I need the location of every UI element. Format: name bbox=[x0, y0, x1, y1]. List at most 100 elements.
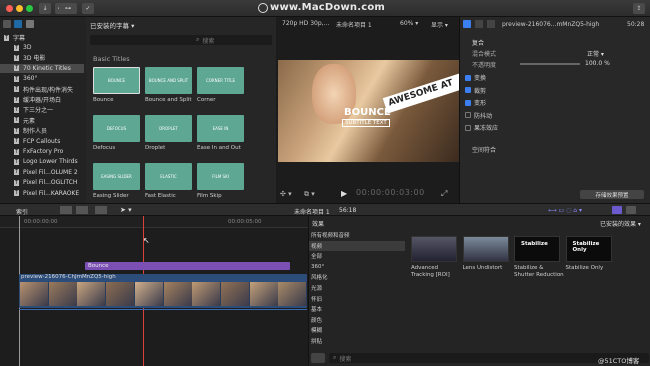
video-inspector-icon[interactable] bbox=[463, 20, 471, 28]
effect-thumbnail[interactable] bbox=[462, 236, 509, 262]
opacity-slider[interactable] bbox=[520, 63, 580, 65]
sidebar-item-category[interactable]: T Logo Lower Thirds bbox=[0, 157, 84, 166]
spatial-conform: 空间符合 bbox=[472, 147, 497, 154]
effect-thumbnail[interactable]: Stabilize Only bbox=[565, 236, 612, 262]
play-button[interactable]: ▶ bbox=[341, 189, 347, 198]
audio-inspector-icon[interactable] bbox=[475, 20, 483, 28]
inspector-item[interactable]: 变形 bbox=[465, 97, 650, 108]
effects-category[interactable]: 拼贴 bbox=[309, 336, 405, 346]
watermark-title: www.MacDown.com bbox=[270, 2, 386, 13]
blend-mode-select[interactable]: 正常 ▾ bbox=[587, 49, 604, 58]
sidebar-item-category[interactable]: T FxFactory Pro bbox=[0, 147, 84, 156]
library-icon[interactable] bbox=[3, 20, 11, 28]
title-thumbnail[interactable]: ELASTIC bbox=[145, 163, 192, 190]
checkbox[interactable] bbox=[465, 87, 471, 93]
inspector-item[interactable]: 变换 bbox=[465, 72, 650, 83]
effects-category[interactable]: 颜色 bbox=[309, 315, 405, 325]
browser-dropdown[interactable]: 已安装的字幕 ▾ bbox=[90, 20, 160, 30]
sidebar-item-category[interactable]: T FCP Callouts bbox=[0, 137, 84, 146]
transitions-browser-icon[interactable] bbox=[626, 206, 636, 214]
titles-icon[interactable] bbox=[26, 20, 34, 28]
sidebar-item-category[interactable]: T 元素 bbox=[0, 116, 84, 125]
title-thumbnail[interactable]: DROPLET bbox=[145, 115, 192, 142]
title-clip[interactable]: Bounce bbox=[85, 262, 290, 270]
insert-clip-icon[interactable] bbox=[76, 206, 88, 214]
import-icon[interactable]: ↓ bbox=[39, 3, 51, 14]
title-thumbnail[interactable]: FILM SKI bbox=[197, 163, 244, 190]
title-thumbnail[interactable]: BOUNCE AND SPLIT bbox=[145, 67, 192, 94]
search-field[interactable]: ⌕ 搜索 bbox=[90, 35, 272, 45]
tools-icon[interactable]: ✣ ▾ bbox=[280, 190, 292, 198]
sidebar-item-category[interactable]: T 360° bbox=[0, 74, 84, 83]
sidebar-item-category[interactable]: T 下三分之一 bbox=[0, 105, 84, 114]
title-thumbnail[interactable]: EASING SLIDER bbox=[93, 163, 140, 190]
title-category-icon: T bbox=[14, 138, 19, 145]
title-thumbnail[interactable]: EASE IN bbox=[197, 115, 244, 142]
category-label: Pixel Fil...KARAOKE bbox=[23, 189, 80, 197]
sidebar-item-category[interactable]: T 3D 电影 bbox=[0, 53, 84, 62]
effect-thumbnail[interactable]: Stabilize bbox=[514, 236, 560, 262]
title-thumbnail-label: Bounce and Split bbox=[145, 97, 192, 103]
info-inspector-icon[interactable] bbox=[487, 20, 495, 28]
transform-icon[interactable]: ⧉ ▾ bbox=[304, 190, 315, 199]
effects-category[interactable]: 视频 bbox=[309, 240, 405, 251]
checkbox[interactable] bbox=[465, 112, 471, 118]
inspector-item[interactable]: 裁剪 bbox=[465, 85, 650, 96]
effects-category[interactable]: 基本 bbox=[309, 304, 405, 314]
sidebar-item-category[interactable]: T 3D bbox=[0, 43, 84, 52]
sidebar-item-category[interactable]: T 构件出现/构件消失 bbox=[0, 85, 84, 94]
sidebar-item-category[interactable]: T 70 Kinetic Titles bbox=[0, 63, 84, 73]
sidebar-item-category[interactable]: T Pixel Fil...OLUME 2 bbox=[0, 168, 84, 177]
zoom-window-button[interactable] bbox=[26, 5, 33, 12]
category-label: 元素 bbox=[23, 117, 36, 125]
close-window-button[interactable] bbox=[6, 5, 13, 12]
effects-category[interactable]: 全部 bbox=[309, 251, 405, 261]
timeline-view-controls[interactable]: ⟷ ▭ ◌ ⌂ ▾ bbox=[548, 207, 608, 214]
title-thumbnail[interactable]: DEFOCUS bbox=[93, 115, 140, 142]
check-icon[interactable]: ✓ bbox=[82, 3, 94, 14]
timeline-project-name: 未命名项目 1 bbox=[294, 209, 330, 216]
video-clip-label: preview-216076-ChJmMnZQ5-high bbox=[21, 274, 116, 280]
opacity-value[interactable]: 100.0 % bbox=[585, 60, 610, 67]
sidebar-item-category[interactable]: T Pixel Fil...OGLITCH bbox=[0, 178, 84, 187]
installed-effects-dropdown[interactable]: 已安装的效果 ▾ bbox=[600, 219, 641, 228]
inspector-item[interactable]: 果冻效应 bbox=[465, 122, 650, 133]
key-button[interactable]: ⊶ bbox=[59, 3, 77, 14]
timeline-area[interactable]: 00:00:00:00 00:00:05:00 ↖ Bounce preview… bbox=[0, 216, 308, 366]
share-icon[interactable]: ⇪ bbox=[633, 3, 645, 14]
display-menu[interactable]: 显示 ▾ bbox=[431, 20, 448, 29]
connect-clip-icon[interactable] bbox=[60, 206, 72, 214]
photos-icon[interactable] bbox=[14, 20, 22, 28]
checkbox[interactable] bbox=[465, 99, 471, 106]
minimize-window-button[interactable] bbox=[16, 5, 23, 12]
film-frame bbox=[163, 282, 193, 306]
ruler-start: 00:00:00:00 bbox=[24, 219, 58, 225]
category-label: 360° bbox=[23, 75, 38, 83]
effects-browser-icon[interactable] bbox=[612, 206, 622, 214]
effects-category[interactable]: 风格化 bbox=[309, 272, 405, 282]
effects-category[interactable]: 光源 bbox=[309, 283, 405, 293]
effects-category[interactable]: 模糊 bbox=[309, 325, 405, 335]
effects-category[interactable]: 360° bbox=[309, 262, 405, 272]
checkbox[interactable] bbox=[465, 74, 471, 81]
sidebar-item-category[interactable]: T 制作人员 bbox=[0, 126, 84, 135]
sidebar-toggle-icon[interactable] bbox=[311, 353, 325, 363]
title-thumbnail[interactable]: CORNER TITLE bbox=[197, 67, 244, 94]
index-button[interactable]: 索引 bbox=[16, 207, 28, 216]
save-preset-button[interactable]: 存储效果预置 bbox=[580, 190, 644, 199]
checkbox[interactable] bbox=[465, 124, 471, 131]
title-thumbnail[interactable]: BOUNCE bbox=[93, 67, 140, 94]
film-frame bbox=[134, 282, 164, 306]
inspector-item[interactable]: 防抖动 bbox=[465, 110, 650, 121]
video-frame[interactable]: AWESOME AT BOUNCE SUBTITLE TEXT bbox=[278, 60, 460, 162]
append-clip-icon[interactable] bbox=[95, 206, 107, 214]
effects-category[interactable]: 所有视频和音频 bbox=[309, 230, 405, 240]
category-root[interactable]: T 字幕 bbox=[0, 33, 84, 42]
zoom-level[interactable]: 60% ▾ bbox=[400, 20, 418, 27]
effect-thumbnail[interactable] bbox=[411, 236, 457, 262]
effects-category[interactable]: 怀旧 bbox=[309, 294, 405, 304]
sidebar-item-category[interactable]: T 缓冲器/开场白 bbox=[0, 95, 84, 104]
sidebar-item-category[interactable]: T Pixel Fil...KARAOKE bbox=[0, 189, 84, 198]
select-tool-icon[interactable]: ➤ ▾ bbox=[120, 206, 132, 214]
fullscreen-icon[interactable]: ⤢ bbox=[441, 189, 447, 199]
